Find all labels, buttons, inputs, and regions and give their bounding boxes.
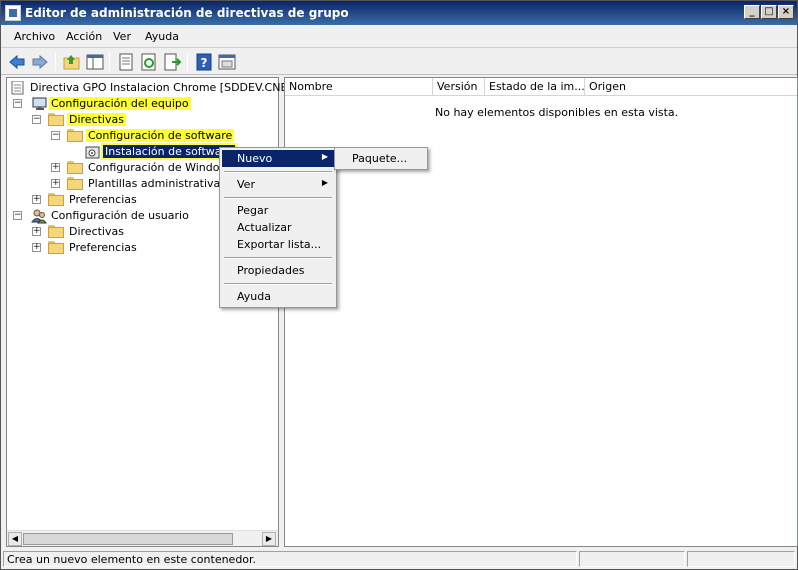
expand-toggle[interactable]: + xyxy=(51,163,60,172)
tree-label-user-config: Configuración de usuario xyxy=(51,209,189,222)
status-bar: Crea un nuevo elemento en este contenedo… xyxy=(1,549,797,569)
submenu-arrow-icon: ▶ xyxy=(321,178,328,187)
refresh-icon[interactable] xyxy=(139,52,159,72)
back-arrow-icon[interactable] xyxy=(7,52,27,72)
column-header-estado[interactable]: Estado de la im... xyxy=(485,78,585,96)
scroll-left-button[interactable]: ◀ xyxy=(8,532,22,546)
svg-text:?: ? xyxy=(201,56,208,70)
tree-label-software-install: Instalación de software xyxy=(103,145,235,158)
status-text: Crea un nuevo elemento en este contenedo… xyxy=(3,551,577,567)
scroll-right-button[interactable]: ▶ xyxy=(262,532,276,546)
empty-list-message: No hay elementos disponibles en esta vis… xyxy=(435,106,679,119)
column-header-origen[interactable]: Origen xyxy=(585,78,797,96)
expand-toggle[interactable]: + xyxy=(51,179,60,188)
menu-bar: Archivo Acción Ver Ayuda xyxy=(1,26,797,48)
forward-arrow-icon[interactable] xyxy=(30,52,50,72)
folder-icon xyxy=(67,161,83,174)
context-menu-item-exportar[interactable]: Exportar lista... xyxy=(222,236,334,253)
users-icon xyxy=(31,209,47,224)
submenu-item-paquete[interactable]: Paquete... xyxy=(337,150,425,167)
menu-ayuda[interactable]: Ayuda xyxy=(145,30,179,43)
folder-icon xyxy=(48,225,64,238)
context-submenu-nuevo: Paquete... xyxy=(334,147,428,170)
close-button[interactable]: × xyxy=(778,5,794,19)
status-panel-2 xyxy=(579,551,685,567)
context-menu-label: Nuevo xyxy=(237,152,273,165)
tree-label-preferences: Preferencias xyxy=(69,193,137,206)
folder-icon xyxy=(67,129,83,142)
minimize-button[interactable]: _ xyxy=(744,5,760,19)
toolbar-separator xyxy=(187,53,188,71)
context-menu-item-actualizar[interactable]: Actualizar xyxy=(222,219,334,236)
up-folder-icon[interactable] xyxy=(62,52,82,72)
context-menu-item-nuevo[interactable]: Nuevo ▶ xyxy=(222,150,334,167)
expand-toggle[interactable]: + xyxy=(32,243,41,252)
collapse-toggle[interactable]: − xyxy=(51,131,60,140)
toolbar: ? xyxy=(1,49,797,75)
submenu-arrow-icon: ▶ xyxy=(321,152,328,161)
menu-separator xyxy=(224,171,332,173)
window-title: Editor de administración de directivas d… xyxy=(25,6,349,20)
console-view-icon[interactable] xyxy=(217,52,237,72)
menu-separator xyxy=(224,197,332,199)
collapse-toggle[interactable]: − xyxy=(13,211,22,220)
toolbar-separator xyxy=(55,53,56,71)
context-menu-item-propiedades[interactable]: Propiedades xyxy=(222,262,334,279)
toolbar-separator xyxy=(109,53,110,71)
tree-label-directivas: Directivas xyxy=(67,113,126,126)
computer-icon xyxy=(32,97,47,110)
tree-label-user-directivas: Directivas xyxy=(69,225,124,238)
menu-archivo[interactable]: Archivo xyxy=(14,30,55,43)
menu-ver[interactable]: Ver xyxy=(113,30,131,43)
tree-horizontal-scrollbar[interactable]: ◀ ▶ xyxy=(7,530,278,546)
column-header-version[interactable]: Versión xyxy=(433,78,485,96)
maximize-button[interactable]: □ xyxy=(761,5,777,19)
column-header-nombre[interactable]: Nombre xyxy=(285,78,433,96)
folder-icon xyxy=(67,177,83,190)
show-hide-tree-icon[interactable] xyxy=(85,52,105,72)
tree-label-user-preferences: Preferencias xyxy=(69,241,137,254)
tree-root-label: Directiva GPO Instalacion Chrome [SDDEV.… xyxy=(30,81,312,94)
gpo-editor-window: Editor de administración de directivas d… xyxy=(0,0,798,570)
export-icon[interactable] xyxy=(162,52,182,72)
menu-separator xyxy=(224,283,332,285)
title-bar[interactable]: Editor de administración de directivas d… xyxy=(1,1,797,25)
context-menu-item-ver[interactable]: Ver ▶ xyxy=(222,176,334,193)
help-icon[interactable]: ? xyxy=(194,52,214,72)
context-menu-item-ayuda[interactable]: Ayuda xyxy=(222,288,334,305)
tree-label-computer-config: Configuración del equipo xyxy=(49,97,191,110)
gpo-editor-app-icon xyxy=(5,5,21,21)
expand-toggle[interactable]: + xyxy=(32,227,41,236)
properties-icon[interactable] xyxy=(116,52,136,72)
context-menu-item-pegar[interactable]: Pegar xyxy=(222,202,334,219)
menu-accion[interactable]: Acción xyxy=(66,30,102,43)
software-install-icon xyxy=(85,146,100,159)
folder-icon xyxy=(48,193,64,206)
tree-label-software-config: Configuración de software xyxy=(86,129,235,142)
tree-label-windows-config: Configuración de Windows xyxy=(88,161,235,174)
folder-icon xyxy=(48,241,64,254)
scroll-thumb[interactable] xyxy=(23,533,233,545)
folder-icon xyxy=(48,113,64,126)
menu-separator xyxy=(224,257,332,259)
collapse-toggle[interactable]: − xyxy=(32,115,41,124)
policy-document-icon xyxy=(11,81,24,95)
context-menu: Nuevo ▶ Ver ▶ Pegar Actualizar Exportar … xyxy=(219,147,337,308)
status-panel-3 xyxy=(687,551,795,567)
expand-toggle[interactable]: + xyxy=(32,195,41,204)
collapse-toggle[interactable]: − xyxy=(13,99,22,108)
context-menu-label: Ver xyxy=(237,178,255,191)
